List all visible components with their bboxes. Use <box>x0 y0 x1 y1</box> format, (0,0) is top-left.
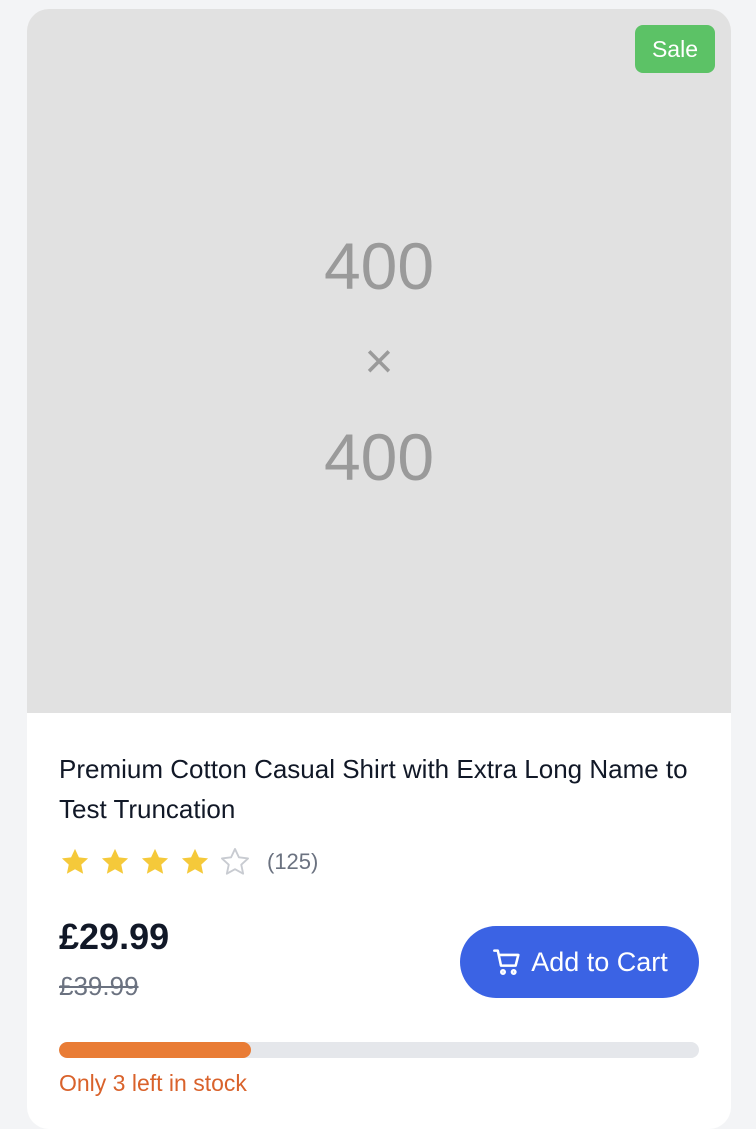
star-empty-icon <box>221 848 249 875</box>
product-details: Premium Cotton Casual Shirt with Extra L… <box>27 713 731 1129</box>
placeholder-height-text: 400 <box>323 420 435 494</box>
product-card: 400 × 400 Sale Premium Cotton Casual Shi… <box>27 9 731 1129</box>
product-image-placeholder[interactable]: 400 × 400 Sale <box>27 9 731 713</box>
placeholder-width-text: 400 <box>323 229 435 303</box>
stock-level-bar <box>59 1042 699 1058</box>
stock-message: Only 3 left in stock <box>59 1070 247 1096</box>
add-to-cart-button[interactable]: Add to Cart <box>460 926 699 998</box>
sale-badge: Sale <box>635 25 715 73</box>
rating: (125) <box>59 845 318 879</box>
star-filled-icon <box>181 848 209 874</box>
add-to-cart-label: Add to Cart <box>531 946 668 977</box>
star-filled-icon <box>61 848 89 874</box>
placeholder-times-text: × <box>364 333 394 389</box>
cart-icon <box>493 949 520 976</box>
stock-level-fill <box>59 1042 251 1058</box>
product-title[interactable]: Premium Cotton Casual Shirt with Extra L… <box>59 749 689 829</box>
review-count: (125) <box>267 849 319 874</box>
original-price: £39.99 <box>59 971 139 1001</box>
rating-stars <box>59 846 259 878</box>
star-filled-icon <box>141 848 169 874</box>
star-filled-icon <box>101 848 129 874</box>
current-price: £29.99 <box>59 916 170 957</box>
